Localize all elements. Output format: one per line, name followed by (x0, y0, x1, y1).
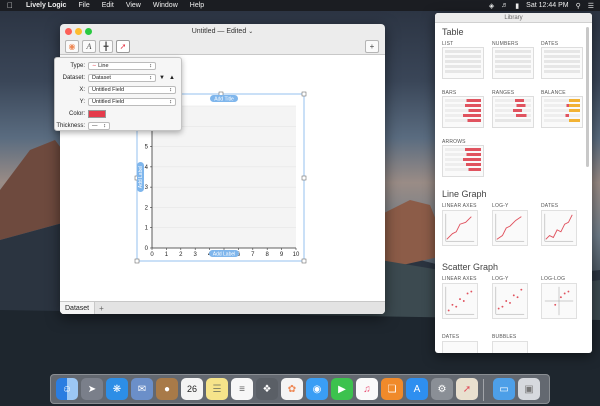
library-item-numbers[interactable] (492, 47, 534, 79)
safari-icon[interactable]: ❋ (106, 378, 128, 400)
library-item-line-logy-label: LOG-Y (492, 203, 509, 209)
library-item-arrows[interactable] (442, 145, 484, 177)
chevron-updown-icon: ↕ (103, 123, 106, 129)
x-tick-label: 1 (165, 252, 169, 258)
messages-icon[interactable]: ◉ (306, 378, 328, 400)
x-tick-label: 3 (194, 252, 198, 258)
y-field-select[interactable]: Untitled Field ↕ (88, 98, 176, 106)
x-axis-label: Add Label (213, 252, 236, 258)
library-title: Library (435, 13, 592, 23)
notes-icon[interactable]: ☰ (206, 378, 228, 400)
chevron-updown-icon: ↕ (149, 63, 152, 69)
library-item-scatter-dates-label: DATES (442, 334, 460, 340)
mail-icon[interactable]: ✉ (131, 378, 153, 400)
finder-icon[interactable]: ☺ (56, 378, 78, 400)
chevron-updown-icon: ↕ (169, 87, 172, 93)
line-thickness-icon: — (92, 123, 98, 129)
library-scrollbar[interactable] (586, 27, 589, 167)
calendar-icon[interactable]: 26 (181, 378, 203, 400)
library-item-ranges[interactable] (492, 96, 534, 128)
dock: ☺ ➤ ❋ ✉ ● 26 ☰ ≡ ❖ ✿ ◉ ▶ ♫ ❏ A ⚙ ➚ ▭ ▣ (50, 374, 550, 404)
y-tick-label: 4 (145, 165, 149, 171)
library-item-scatter-dates[interactable] (442, 341, 478, 353)
section-scatter-graph: Scatter Graph (442, 262, 499, 272)
x-tick-label: 7 (251, 252, 255, 258)
dock-separator (483, 379, 484, 401)
x-tick-label: 9 (280, 252, 284, 258)
resize-handle-ne[interactable] (301, 91, 307, 97)
resize-handle-se[interactable] (301, 258, 307, 264)
color-label: Color: (68, 111, 85, 117)
dataset-label: Dataset: (62, 75, 85, 81)
photos-icon[interactable]: ✿ (281, 378, 303, 400)
section-line-graph: Line Graph (442, 189, 487, 199)
dataset-value: Dataset (92, 75, 111, 81)
y-tick-label: 2 (145, 205, 149, 211)
section-table: Table (442, 27, 464, 37)
app-store-icon[interactable]: A (406, 378, 428, 400)
downloads-folder-icon[interactable]: ▭ (493, 378, 515, 400)
filter-icon[interactable]: ▼ (159, 75, 165, 81)
library-item-bars[interactable] (442, 96, 484, 128)
sort-icon[interactable]: ▲ (169, 75, 175, 81)
x-field-label: X: (79, 87, 85, 93)
chevron-updown-icon: ↕ (149, 75, 152, 81)
contacts-icon[interactable]: ● (156, 378, 178, 400)
library-panel: Library Table LIST NUMBERS DATES BARS RA… (435, 13, 592, 353)
thickness-select[interactable]: — ↕ (88, 122, 110, 130)
ibooks-icon[interactable]: ❏ (381, 378, 403, 400)
library-item-line-linear-label: LINEAR AXES (442, 203, 477, 209)
x-tick-label: 8 (266, 252, 270, 258)
library-item-line-dates[interactable] (541, 210, 577, 246)
library-item-line-linear[interactable] (442, 210, 478, 246)
x-tick-label: 2 (179, 252, 183, 258)
y-axis-label: Add Label (138, 166, 144, 189)
itunes-icon[interactable]: ♫ (356, 378, 378, 400)
y-field-label: Y: (79, 99, 85, 105)
y-field-value: Untitled Field (92, 99, 125, 105)
color-swatch[interactable] (88, 110, 106, 118)
library-item-scatter-linear[interactable] (442, 283, 478, 319)
x-tick-label: 0 (150, 252, 154, 258)
x-field-value: Untitled Field (92, 87, 125, 93)
library-item-line-dates-label: DATES (541, 203, 559, 209)
library-item-scatter-bubbles[interactable] (492, 341, 528, 353)
system-preferences-icon[interactable]: ⚙ (431, 378, 453, 400)
launchpad-icon[interactable]: ➤ (81, 378, 103, 400)
library-item-scatter-bubbles-label: BUBBLES (492, 334, 517, 340)
type-value: Line (98, 63, 109, 69)
library-item-dates[interactable] (541, 47, 583, 79)
library-item-scatter-logy[interactable] (492, 283, 528, 319)
library-item-balance[interactable] (541, 96, 583, 128)
library-item-scatter-loglog[interactable] (541, 283, 577, 319)
y-tick-label: 5 (145, 145, 149, 151)
calendar-day: 26 (186, 384, 197, 394)
library-item-scatter-linear-label: LINEAR AXES (442, 276, 477, 282)
y-tick-label: 0 (145, 246, 149, 252)
lively-logic-icon[interactable]: ➚ (456, 378, 478, 400)
x-tick-label: 10 (293, 252, 300, 258)
library-item-scatter-loglog-label: LOG-LOG (541, 276, 566, 282)
resize-handle-e[interactable] (301, 175, 307, 181)
library-item-scatter-logy-label: LOG-Y (492, 276, 509, 282)
y-tick-label: 3 (145, 185, 149, 191)
library-item-line-logy[interactable] (492, 210, 528, 246)
dataset-select[interactable]: Dataset ↕ (88, 74, 156, 82)
chart-title: Add Title (214, 97, 234, 103)
series-inspector-popover: Type: ∼ Line ↕ Dataset: Dataset ↕ ▼ ▲ X:… (54, 57, 182, 131)
y-tick-label: 1 (145, 226, 149, 232)
reminders-icon[interactable]: ≡ (231, 378, 253, 400)
x-field-select[interactable]: Untitled Field ↕ (88, 86, 176, 94)
maps-icon[interactable]: ❖ (256, 378, 278, 400)
type-select[interactable]: ∼ Line ↕ (88, 62, 156, 70)
trash-icon[interactable]: ▣ (518, 378, 540, 400)
type-label: Type: (70, 63, 85, 69)
library-item-list[interactable] (442, 47, 484, 79)
resize-handle-sw[interactable] (134, 258, 140, 264)
facetime-icon[interactable]: ▶ (331, 378, 353, 400)
thickness-label: Thickness: (56, 123, 85, 129)
chevron-updown-icon: ↕ (169, 99, 172, 105)
